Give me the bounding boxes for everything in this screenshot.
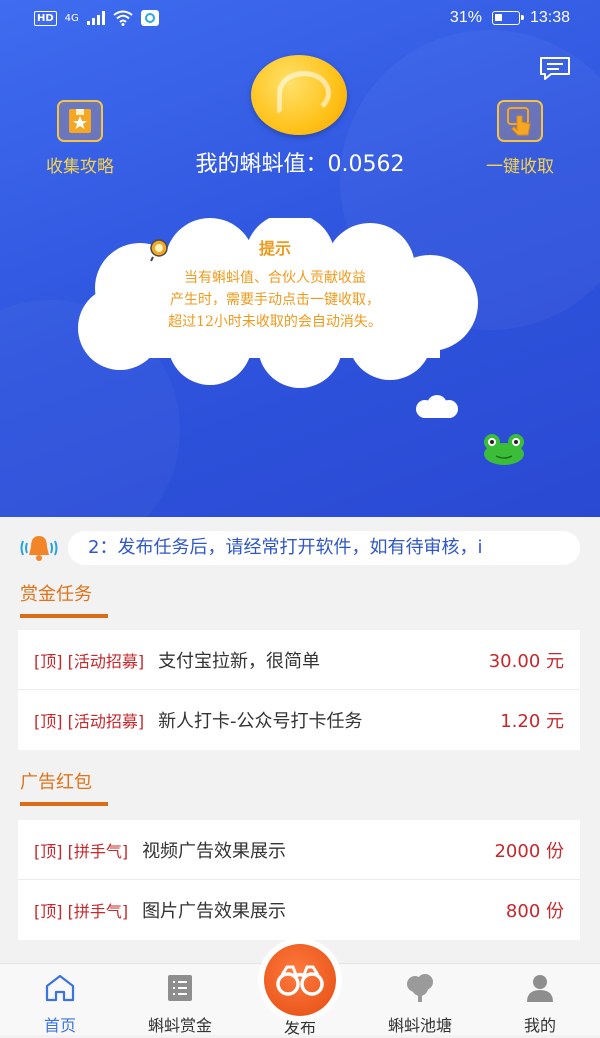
ad-tag: [顶] [拼手气] [34, 902, 129, 921]
tab-label: 蝌蚪赏金 [147, 1016, 212, 1035]
tab-label: 首页 [43, 1016, 76, 1035]
frog-mascot [484, 434, 524, 465]
collect-all-label: 一键收取 [486, 157, 554, 177]
tip-line: 产生时，需要手动点击一键收取， [170, 292, 380, 308]
tab-home[interactable]: 首页 [0, 964, 120, 1035]
tab-mine[interactable]: 我的 [480, 964, 600, 1035]
tab-pond[interactable]: 蝌蚪池塘 [360, 964, 480, 1035]
battery-fill [494, 14, 502, 21]
ad-reward: 2000 份 [494, 840, 564, 862]
tab-label: 蝌蚪池塘 [387, 1016, 452, 1035]
tab-label: 我的 [523, 1016, 556, 1035]
battery-percent: 31% [449, 9, 482, 26]
ad-title: 图片广告效果展示 [142, 901, 287, 922]
collect-guide-button[interactable]: 收集攻略 [25, 100, 135, 177]
task-row[interactable]: [顶] [活动招募] 新人打卡-公众号打卡任务 1.20 元 [18, 690, 580, 750]
network-label: 4G [64, 12, 79, 24]
tip-line: 超过12小时未收取的会自动消失。 [168, 314, 382, 330]
gift-card-icon [57, 100, 103, 142]
message-icon[interactable] [539, 56, 571, 80]
section-heading-label: 广告红包 [20, 772, 92, 793]
task-title: 支付宝拉新，很简单 [158, 650, 321, 672]
section-underline [20, 614, 108, 618]
binoculars-icon [276, 965, 324, 996]
task-row[interactable]: [顶] [活动招募] 支付宝拉新，很简单 30.00 元 [18, 630, 580, 690]
announcement-bell-icon [20, 536, 58, 561]
collect-all-button[interactable]: 一键收取 [465, 100, 575, 177]
coin-logo [251, 55, 347, 135]
tree-icon [407, 974, 433, 1002]
task-reward: 1.20 元 [500, 711, 564, 732]
publish-button[interactable] [258, 938, 342, 1022]
ad-tag: [顶] [拼手气] [34, 841, 129, 861]
bounty-task-list: [顶] [活动招募] 支付宝拉新，很简单 30.00 元 [顶] [活动招募] … [18, 630, 580, 750]
status-bar: HD 4G 31% 13:38 [0, 0, 600, 40]
balance-value: 0.0562 [327, 152, 405, 177]
ad-redpacket-list: [顶] [拼手气] 视频广告效果展示 2000 份 [顶] [拼手气] 图片广告… [18, 820, 580, 940]
ad-reward: 800 份 [505, 901, 564, 922]
home-icon [45, 974, 75, 1002]
collect-guide-label: 收集攻略 [46, 157, 114, 177]
list-icon [168, 975, 192, 1001]
section-heading-bounty: 赏金任务 [20, 580, 108, 618]
clock: 13:38 [529, 9, 570, 26]
wifi-icon [113, 10, 133, 26]
signal-icon [86, 11, 105, 25]
small-cloud [416, 395, 458, 418]
task-tag: [顶] [活动招募] [34, 651, 145, 671]
section-heading-label: 赏金任务 [20, 584, 92, 605]
battery-icon [491, 11, 524, 25]
hd-badge: HD [34, 10, 57, 26]
tab-bounty[interactable]: 蝌蚪赏金 [120, 964, 240, 1035]
ad-row[interactable]: [顶] [拼手气] 视频广告效果展示 2000 份 [18, 820, 580, 880]
section-underline [20, 802, 108, 806]
tip-title: 提示 [258, 239, 291, 258]
balance-label: 我的蝌蚪值： [195, 152, 328, 177]
ad-row[interactable]: [顶] [拼手气] 图片广告效果展示 800 份 [18, 880, 580, 940]
tap-hand-icon [497, 100, 543, 142]
task-reward: 30.00 元 [488, 650, 564, 672]
tip-content: 提示 当有蝌蚪值、合伙人贡献收益 产生时，需要手动点击一键收取， 超过12小时未… [60, 235, 490, 333]
section-heading-ads: 广告红包 [20, 768, 108, 806]
scrolling-notice[interactable]: 2：发布任务后，请经常打开软件，如有待审核，i [68, 531, 580, 565]
user-icon [527, 975, 553, 1002]
tip-line: 当有蝌蚪值、合伙人贡献收益 [184, 270, 366, 286]
task-title: 新人打卡-公众号打卡任务 [158, 711, 363, 732]
ad-title: 视频广告效果展示 [142, 840, 287, 862]
app-notification-icon [140, 10, 159, 26]
task-tag: [顶] [活动招募] [34, 712, 145, 731]
